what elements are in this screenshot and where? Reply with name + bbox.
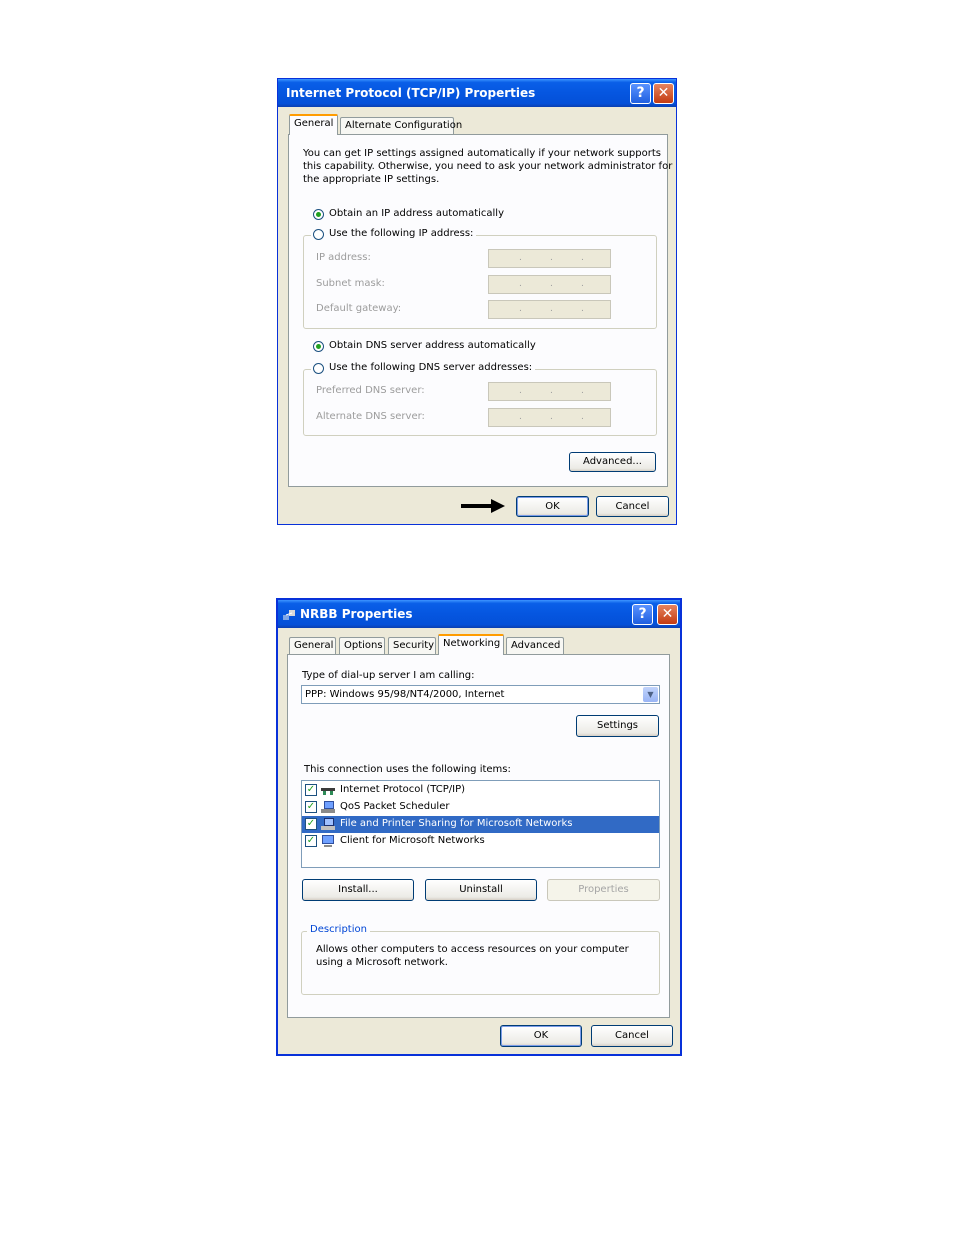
tcpip-properties-dialog: Internet Protocol (TCP/IP) Properties ? … [277,78,677,525]
install-button[interactable]: Install... [302,879,414,901]
tab-general[interactable]: General [289,114,338,135]
tab-label: Networking [443,638,501,649]
cancel-button[interactable]: Cancel [596,496,669,517]
cancel-button-label: Cancel [615,1030,649,1041]
properties-button[interactable]: Properties [547,879,660,901]
tab-label: Security [393,640,435,651]
uninstall-button-label: Uninstall [459,884,503,895]
connection-items-list: ✓ Internet Protocol (TCP/IP) ✓ QoS Packe… [301,780,660,868]
tab-label: General [294,118,334,129]
list-item-qos[interactable]: ✓ QoS Packet Scheduler [302,799,659,816]
description-line-1: Allows other computers to access resourc… [316,944,629,955]
use-following-dns-radio[interactable] [313,363,324,374]
connection-icon [283,610,295,620]
use-following-ip-label[interactable]: Use the following IP address: [329,228,473,239]
server-type-value: PPP: Windows 95/98/NT4/2000, Internet [305,689,505,700]
list-item-tcpip[interactable]: ✓ Internet Protocol (TCP/IP) [302,782,659,799]
help-icon: ? [636,85,645,101]
cancel-button[interactable]: Cancel [591,1025,673,1047]
manual-dns-legend: Use the following DNS server addresses: [311,362,536,376]
obtain-dns-auto-radio[interactable] [313,341,324,352]
title-bar[interactable]: NRBB Properties ? ✕ [278,600,680,628]
install-button-label: Install... [338,884,378,895]
preferred-dns-field[interactable]: ... [488,382,611,401]
intro-line-2: this capability. Otherwise, you need to … [303,161,673,172]
item-label: File and Printer Sharing for Microsoft N… [340,818,573,829]
advanced-button-label: Advanced... [583,456,642,467]
help-button[interactable]: ? [630,83,651,104]
intro-line-1: You can get IP settings assigned automat… [303,148,661,159]
default-gateway-label: Default gateway: [316,303,402,314]
general-tab-panel: You can get IP settings assigned automat… [288,134,672,487]
title-bar[interactable]: Internet Protocol (TCP/IP) Properties ? … [278,79,676,107]
item-label: Internet Protocol (TCP/IP) [340,784,466,795]
ok-button-label: OK [533,1030,549,1041]
tab-label: Advanced [511,640,561,651]
close-icon: ✕ [657,85,670,101]
nrbb-properties-dialog: NRBB Properties ? ✕ General Options Secu… [276,598,682,1056]
close-button[interactable]: ✕ [657,604,678,625]
tab-options[interactable]: Options [339,637,385,655]
chevron-down-icon[interactable]: ▼ [643,687,658,702]
close-button[interactable]: ✕ [653,83,674,104]
item-checkbox[interactable]: ✓ [305,801,317,813]
tab-alternate-configuration[interactable]: Alternate Configuration [340,117,462,135]
computer-service-icon [321,818,335,830]
help-button[interactable]: ? [632,604,653,625]
obtain-dns-auto-label[interactable]: Obtain DNS server address automatically [329,340,536,351]
network-client-icon [322,835,334,847]
tab-general[interactable]: General [289,637,336,655]
settings-button-label: Settings [596,720,638,731]
preferred-dns-label: Preferred DNS server: [316,385,425,396]
ok-button[interactable]: OK [500,1025,582,1047]
tab-label: General [294,640,334,651]
close-icon: ✕ [661,606,674,622]
settings-button[interactable]: Settings [576,715,659,737]
description-legend: Description [307,924,370,935]
computer-service-icon [321,801,335,813]
tab-label: Alternate Configuration [345,120,463,131]
server-type-dropdown[interactable]: PPP: Windows 95/98/NT4/2000, Internet ▼ [301,685,660,704]
uninstall-button[interactable]: Uninstall [425,879,537,901]
item-checkbox[interactable]: ✓ [305,784,317,796]
items-label: This connection uses the following items… [304,764,511,775]
properties-button-label: Properties [578,884,629,895]
window-title: NRBB Properties [300,607,413,621]
item-checkbox[interactable]: ✓ [305,818,317,830]
server-type-label: Type of dial-up server I am calling: [302,670,475,681]
tab-advanced[interactable]: Advanced [506,637,564,655]
description-line-2: using a Microsoft network. [316,957,448,968]
advanced-button[interactable]: Advanced... [569,452,656,472]
item-label: QoS Packet Scheduler [340,801,450,812]
ok-button-label: OK [545,501,560,512]
use-following-ip-radio[interactable] [313,229,324,240]
network-protocol-icon [321,788,335,795]
networking-tab-panel: Type of dial-up server I am calling: PPP… [287,654,670,1018]
obtain-ip-auto-radio[interactable] [313,209,324,220]
intro-line-3: the appropriate IP settings. [303,174,440,185]
cancel-button-label: Cancel [615,501,650,512]
item-checkbox[interactable]: ✓ [305,835,317,847]
list-item-file-printer-sharing[interactable]: ✓ File and Printer Sharing for Microsoft… [302,816,659,833]
arrow-pointer-icon [461,499,505,513]
subnet-mask-field[interactable]: ... [488,275,611,294]
help-icon: ? [638,606,647,622]
tab-security[interactable]: Security [388,637,436,655]
list-item-client-ms-networks[interactable]: ✓ Client for Microsoft Networks [302,833,659,850]
alternate-dns-field[interactable]: ... [488,408,611,427]
obtain-ip-auto-label[interactable]: Obtain an IP address automatically [329,208,504,219]
manual-ip-legend: Use the following IP address: [311,228,477,242]
tab-networking[interactable]: Networking [438,634,504,655]
ip-address-field[interactable]: ... [488,249,611,268]
window-title: Internet Protocol (TCP/IP) Properties [286,86,536,100]
ok-button[interactable]: OK [516,496,589,517]
subnet-mask-label: Subnet mask: [316,278,385,289]
ip-address-label: IP address: [316,252,371,263]
use-following-dns-label[interactable]: Use the following DNS server addresses: [329,362,532,373]
alternate-dns-label: Alternate DNS server: [316,411,425,422]
default-gateway-field[interactable]: ... [488,300,611,319]
tab-label: Options [344,640,383,651]
item-label: Client for Microsoft Networks [340,835,485,846]
